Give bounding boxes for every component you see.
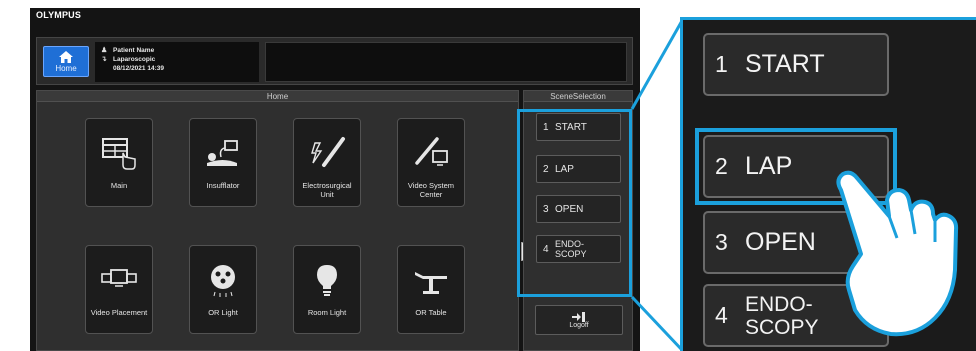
- insufflator-icon: [207, 140, 238, 166]
- home-button[interactable]: Home: [43, 46, 89, 77]
- message-area: [265, 42, 627, 82]
- home-icon: [59, 50, 73, 63]
- tile-video-placement[interactable]: Video Placement: [85, 245, 153, 334]
- zoom-callout: 1 START 2 LAP 3 OPEN 4 ENDO- SCOPY: [680, 17, 976, 351]
- zoom-endoscopy-label: ENDO- SCOPY: [745, 293, 819, 339]
- home-panel-title: Home: [37, 91, 518, 102]
- tile-electrosurgical-label: Electrosurgical Unit: [302, 181, 352, 199]
- video-placement-icon: [101, 269, 137, 287]
- scene-open-button[interactable]: 3 OPEN: [536, 195, 621, 223]
- tile-insufflator-label: Insufflator: [206, 181, 240, 190]
- person-icon: ♟: [101, 47, 108, 54]
- date-time: 08/12/2021 14:39: [113, 65, 164, 72]
- lightbulb-icon: [317, 265, 337, 296]
- tile-room-light[interactable]: Room Light: [293, 245, 361, 334]
- scene-lap-label: LAP: [555, 163, 574, 175]
- home-panel: Home Main Insufflator Electrosurgical Un…: [36, 90, 519, 351]
- scene-panel-title: SceneSelection: [524, 91, 632, 102]
- scene-open-number: 3: [543, 203, 549, 215]
- tile-or-table-label: OR Table: [415, 308, 447, 317]
- header-bar: Home ♟ Patient Name ↴ Laparoscopic 08/12/2…: [36, 37, 633, 85]
- scene-start-button[interactable]: 1 START: [536, 113, 621, 141]
- scene-endoscopy-button[interactable]: 4 ENDO- SCOPY: [536, 235, 621, 263]
- or-light-icon: [211, 265, 235, 297]
- scene-lap-button[interactable]: 2 LAP: [536, 155, 621, 183]
- tile-main-label: Main: [110, 181, 128, 190]
- figure-root: 124621 OLYMPUS Home ♟ Patient Name ↴ Lapar…: [0, 0, 976, 351]
- procedure-name: Laparoscopic: [113, 56, 156, 63]
- tile-main[interactable]: Main: [85, 118, 153, 207]
- logoff-button[interactable]: Logoff: [535, 305, 623, 335]
- scene-start-label: START: [555, 121, 587, 133]
- tile-video-system-center[interactable]: Video System Center: [397, 118, 465, 207]
- zoom-start-label: START: [745, 50, 825, 78]
- zoom-endoscopy-label-line2: SCOPY: [745, 315, 819, 339]
- zoom-lap-label: LAP: [745, 152, 793, 180]
- zoom-open-number: 3: [715, 229, 728, 255]
- tile-electrosurgical-unit[interactable]: Electrosurgical Unit: [293, 118, 361, 207]
- logoff-icon: [572, 311, 585, 322]
- zoom-start-number: 1: [715, 51, 728, 77]
- patient-info: ♟ Patient Name ↴ Laparoscopic 08/12/2021 1…: [95, 42, 259, 82]
- or-table-icon: [415, 272, 447, 294]
- control-screen: OLYMPUS Home ♟ Patient Name ↴ Laparoscopic…: [30, 8, 640, 351]
- procedure-icon: ↴: [101, 56, 107, 63]
- tile-or-light[interactable]: OR Light: [189, 245, 257, 334]
- tile-video-system-label: Video System Center: [407, 181, 455, 199]
- tile-video-placement-label: Video Placement: [90, 308, 148, 317]
- scene-endoscopy-label-line1: ENDO-: [555, 239, 584, 249]
- tile-or-table[interactable]: OR Table: [397, 245, 465, 334]
- zoom-endoscopy-number: 4: [715, 302, 728, 328]
- video-system-icon: [415, 137, 448, 166]
- tile-insufflator[interactable]: Insufflator: [189, 118, 257, 207]
- zoom-start-button[interactable]: 1 START: [703, 33, 889, 96]
- figure-code: 124621: [0, 265, 17, 345]
- electrosurgical-icon: [311, 137, 345, 167]
- home-button-label: Home: [55, 63, 77, 73]
- patient-name: Patient Name: [113, 47, 155, 54]
- scene-lap-number: 2: [543, 163, 549, 175]
- zoom-endoscopy-label-line1: ENDO-: [745, 292, 813, 316]
- scene-start-number: 1: [543, 121, 549, 133]
- tile-or-light-label: OR Light: [208, 308, 238, 317]
- tile-room-light-label: Room Light: [307, 308, 347, 317]
- scene-open-label: OPEN: [555, 203, 584, 215]
- scene-endoscopy-label: ENDO- SCOPY: [555, 239, 587, 259]
- scene-endoscopy-label-line2: SCOPY: [555, 249, 587, 259]
- pointing-hand-icon: [836, 170, 959, 337]
- zoom-open-label: OPEN: [745, 228, 816, 256]
- scene-selection-panel: SceneSelection 1 START 2 LAP 3 OPEN 4 EN…: [523, 90, 633, 351]
- brand-logo: OLYMPUS: [36, 10, 82, 20]
- scene-endoscopy-number: 4: [543, 243, 549, 255]
- logoff-label: Logoff: [569, 321, 589, 329]
- figure-code-text: 124621: [0, 284, 3, 325]
- zoom-lap-number: 2: [715, 153, 728, 179]
- window-grid-hand-icon: [102, 138, 136, 170]
